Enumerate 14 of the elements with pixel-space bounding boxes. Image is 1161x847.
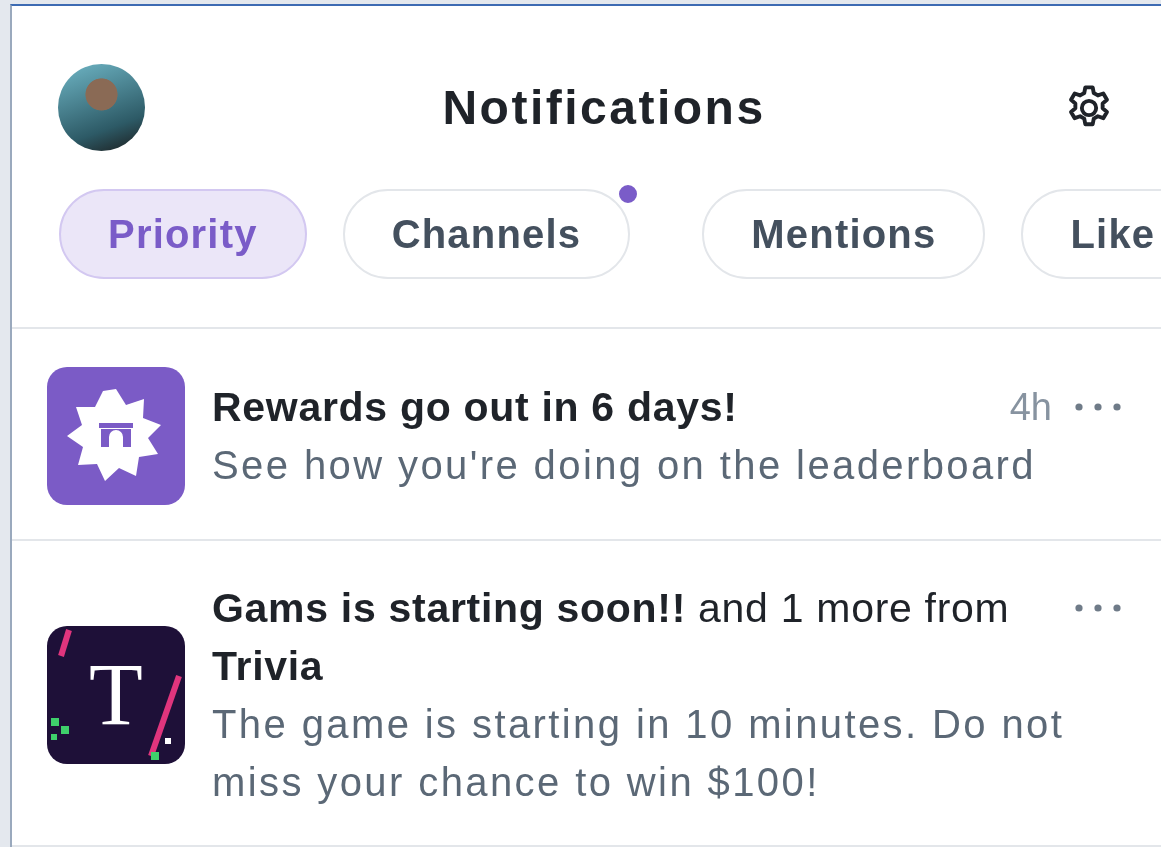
logo-letter: T (89, 651, 143, 739)
timestamp: 4h (1009, 385, 1052, 430)
notification-body: See how you're doing on the leaderboard (212, 442, 1037, 489)
filter-tab[interactable]: Mentions (702, 189, 986, 279)
page-title: Notifications (442, 80, 766, 135)
filter-tab[interactable]: Channels (342, 189, 631, 279)
more-options-icon[interactable] (1074, 603, 1122, 613)
rewards-app-icon (47, 367, 185, 505)
more-options-icon[interactable] (1074, 402, 1122, 412)
notification-title: Rewards go out in 6 days! (212, 383, 739, 432)
filter-tab[interactable]: Priority (59, 189, 307, 279)
filter-tab[interactable]: Like (1021, 189, 1161, 279)
notification-body: The game is starting in 10 minutes. Do not miss your chance to win $100! (212, 701, 1066, 806)
notification-title: Gams is starting soon!! and 1 more from Trivia (212, 584, 1011, 691)
